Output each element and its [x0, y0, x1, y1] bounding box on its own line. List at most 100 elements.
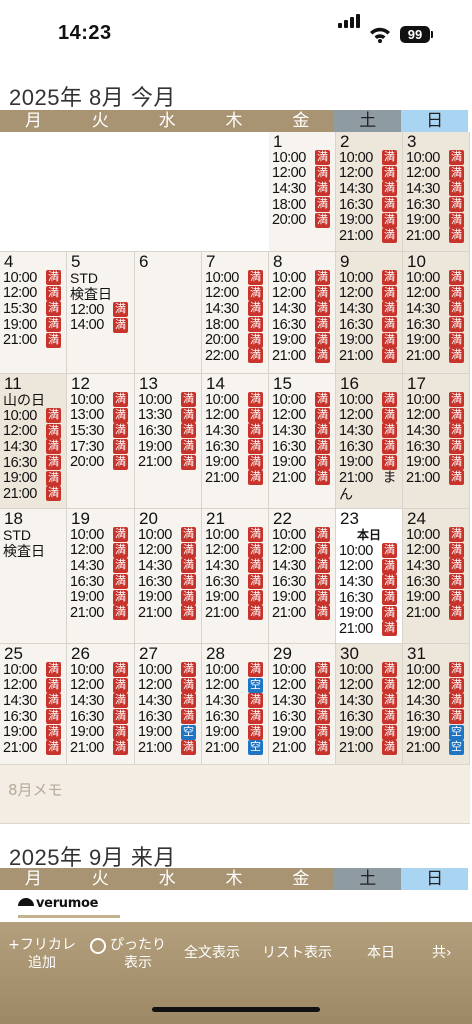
time-slot[interactable]: 10:00 満 — [202, 662, 268, 678]
time-slot[interactable]: 21:00 満 — [336, 621, 402, 637]
time-slot[interactable]: 16:30 満 — [202, 574, 268, 590]
calendar-day-cell[interactable]: 22 10:00 満 12:00 満 14:30 満 16:30 満 19:00 満 21:00 満 — [269, 509, 336, 644]
time-slot[interactable]: 14:30 満 — [269, 301, 335, 317]
time-slot[interactable]: 21:00 満 — [403, 228, 469, 244]
time-slot[interactable]: 16:30 満 — [336, 709, 402, 725]
time-slot[interactable]: 21:00 満 — [67, 740, 134, 756]
time-slot[interactable]: 10:00 満 — [0, 408, 66, 424]
time-slot[interactable]: 10:00 満 — [403, 150, 469, 166]
time-slot[interactable]: 21:00 満 — [67, 605, 134, 621]
time-slot[interactable]: 10:00 満 — [336, 270, 402, 286]
time-slot[interactable]: 16:30 満 — [202, 439, 268, 455]
time-slot[interactable]: 16:30 満 — [336, 590, 402, 606]
time-slot[interactable]: 19:00 満 — [269, 724, 335, 740]
time-slot[interactable]: 19:00 満 — [202, 724, 268, 740]
time-slot[interactable]: 12:00 満 — [403, 677, 469, 693]
time-slot[interactable]: 16:30 満 — [403, 439, 469, 455]
time-slot[interactable]: 19:00 満 — [336, 605, 402, 621]
time-slot[interactable]: 14:30 満 — [135, 693, 201, 709]
time-slot[interactable]: 12:00 満 — [202, 542, 268, 558]
time-slot[interactable]: 16:30 満 — [135, 574, 201, 590]
time-slot[interactable]: 12:00 満 — [67, 302, 134, 318]
time-slot[interactable]: 10:00 満 — [202, 270, 268, 286]
time-slot[interactable]: 21:00 満 — [0, 332, 66, 348]
calendar-day-cell[interactable]: 16 10:00 満 12:00 満 14:30 満 16:30 満 19:00 満 21:00 まん — [336, 374, 403, 509]
time-slot[interactable]: 19:00 空 — [403, 724, 469, 740]
time-slot[interactable]: 10:00 満 — [336, 662, 402, 678]
time-slot[interactable]: 16:30 満 — [403, 197, 469, 213]
time-slot[interactable]: 14:30 満 — [0, 693, 66, 709]
time-slot[interactable]: 19:00 満 — [135, 439, 201, 455]
free-calendar-add-button[interactable]: +フリカレ 追加 — [2, 936, 82, 972]
time-slot[interactable]: 21:00 満 — [336, 228, 402, 244]
time-slot[interactable]: 12:00 満 — [202, 285, 268, 301]
time-slot[interactable]: 19:00 満 — [269, 589, 335, 605]
calendar-day-cell[interactable]: 1 10:00 満 12:00 満 14:30 満 18:00 満 20:00 満 — [269, 132, 336, 252]
time-slot[interactable]: 16:30 満 — [0, 709, 66, 725]
time-slot[interactable]: 10:00 満 — [403, 392, 469, 408]
time-slot[interactable]: 21:00 満 — [202, 470, 268, 486]
time-slot[interactable]: 14:30 満 — [336, 693, 402, 709]
time-slot[interactable]: 10:00 満 — [67, 662, 134, 678]
time-slot[interactable]: 16:30 満 — [135, 709, 201, 725]
time-slot[interactable]: 16:30 満 — [269, 574, 335, 590]
time-slot[interactable]: 14:30 満 — [135, 558, 201, 574]
time-slot[interactable]: 22:00 満 — [202, 348, 268, 364]
calendar-day-cell[interactable]: 20 10:00 満 12:00 満 14:30 満 16:30 満 19:00 満 21:00 満 — [135, 509, 202, 644]
time-slot[interactable]: 21:00 満 — [403, 470, 469, 486]
today-button[interactable]: 本日 — [350, 944, 412, 962]
calendar-day-cell[interactable]: 2 10:00 満 12:00 満 14:30 満 16:30 満 19:00 満 21:00 満 — [336, 132, 403, 252]
time-slot[interactable]: 21:00 満 — [403, 605, 469, 621]
time-slot[interactable]: 19:00 満 — [403, 332, 469, 348]
calendar-day-cell[interactable]: 9 10:00 満 12:00 満 14:30 満 16:30 満 19:00 満 21:00 満 — [336, 252, 403, 374]
time-slot[interactable]: 14:30 満 — [67, 558, 134, 574]
time-slot[interactable]: 10:00 満 — [269, 662, 335, 678]
time-slot[interactable]: 16:30 満 — [336, 197, 402, 213]
time-slot[interactable]: 12:00 満 — [67, 677, 134, 693]
time-slot[interactable]: 10:00 満 — [269, 270, 335, 286]
time-slot[interactable]: 18:00 満 — [269, 197, 335, 213]
calendar-day-cell[interactable]: 24 10:00 満 12:00 満 14:30 満 16:30 満 19:00 満 21:00 満 — [403, 509, 470, 644]
calendar-day-cell[interactable]: 10 10:00 満 12:00 満 14:30 満 16:30 満 19:00 満 21:00 満 — [403, 252, 470, 374]
time-slot[interactable]: 14:30 満 — [403, 181, 469, 197]
time-slot[interactable]: 21:00 満 — [0, 740, 66, 756]
time-slot[interactable]: 19:00 満 — [0, 724, 66, 740]
time-slot[interactable]: 12:00 満 — [336, 165, 402, 181]
time-slot[interactable]: 13:00 満 — [67, 407, 134, 423]
time-slot[interactable]: 19:00 満 — [403, 212, 469, 228]
time-slot[interactable]: 19:00 満 — [336, 724, 402, 740]
time-slot[interactable]: 16:30 満 — [336, 439, 402, 455]
time-slot[interactable]: 10:00 満 — [135, 527, 201, 543]
time-slot[interactable]: 12:00 満 — [403, 165, 469, 181]
time-slot[interactable]: 21:00 満 — [403, 348, 469, 364]
time-slot[interactable]: 14:30 満 — [202, 558, 268, 574]
time-slot[interactable]: 16:30 満 — [269, 709, 335, 725]
time-slot[interactable]: 14:30 満 — [403, 423, 469, 439]
time-slot[interactable]: 21:00 満 — [336, 348, 402, 364]
time-slot[interactable]: 16:30 満 — [403, 574, 469, 590]
time-slot[interactable]: 12:00 満 — [403, 285, 469, 301]
time-slot[interactable]: 10:00 満 — [0, 270, 66, 286]
time-slot[interactable]: 14:30 満 — [67, 693, 134, 709]
time-slot[interactable]: 16:30 満 — [269, 317, 335, 333]
time-slot[interactable]: 12:00 満 — [0, 423, 66, 439]
calendar-day-cell[interactable]: 12 10:00 満 13:00 満 15:30 満 17:30 満 20:00 満 — [67, 374, 135, 509]
brand-logo[interactable]: verumoe — [18, 892, 120, 918]
time-slot[interactable]: 16:30 満 — [269, 439, 335, 455]
time-slot[interactable]: 21:00 満 — [269, 470, 335, 486]
time-slot[interactable]: 14:30 満 — [336, 574, 402, 590]
calendar-day-cell[interactable]: 11 山の日 10:00 満 12:00 満 14:30 満 16:30 満 19:00 満 21:00… — [0, 374, 67, 509]
time-slot[interactable]: 14:00 満 — [67, 317, 134, 333]
time-slot[interactable]: 12:00 満 — [202, 407, 268, 423]
time-slot[interactable]: 14:30 満 — [202, 423, 268, 439]
time-slot[interactable]: 12:00 満 — [336, 558, 402, 574]
time-slot[interactable]: 21:00 満 — [202, 605, 268, 621]
time-slot[interactable]: 12:00 満 — [336, 407, 402, 423]
time-slot[interactable]: 21:00 満 — [269, 740, 335, 756]
time-slot[interactable]: 12:00 満 — [269, 542, 335, 558]
calendar-day-cell[interactable]: 26 10:00 満 12:00 満 14:30 満 16:30 満 19:00 満 21:00 満 — [67, 644, 135, 765]
calendar-day-cell[interactable]: 25 10:00 満 12:00 満 14:30 満 16:30 満 19:00 満 21:00 満 — [0, 644, 67, 765]
time-slot[interactable]: 19:00 満 — [269, 332, 335, 348]
time-slot[interactable]: 14:30 満 — [336, 301, 402, 317]
time-slot[interactable]: 10:00 満 — [336, 392, 402, 408]
